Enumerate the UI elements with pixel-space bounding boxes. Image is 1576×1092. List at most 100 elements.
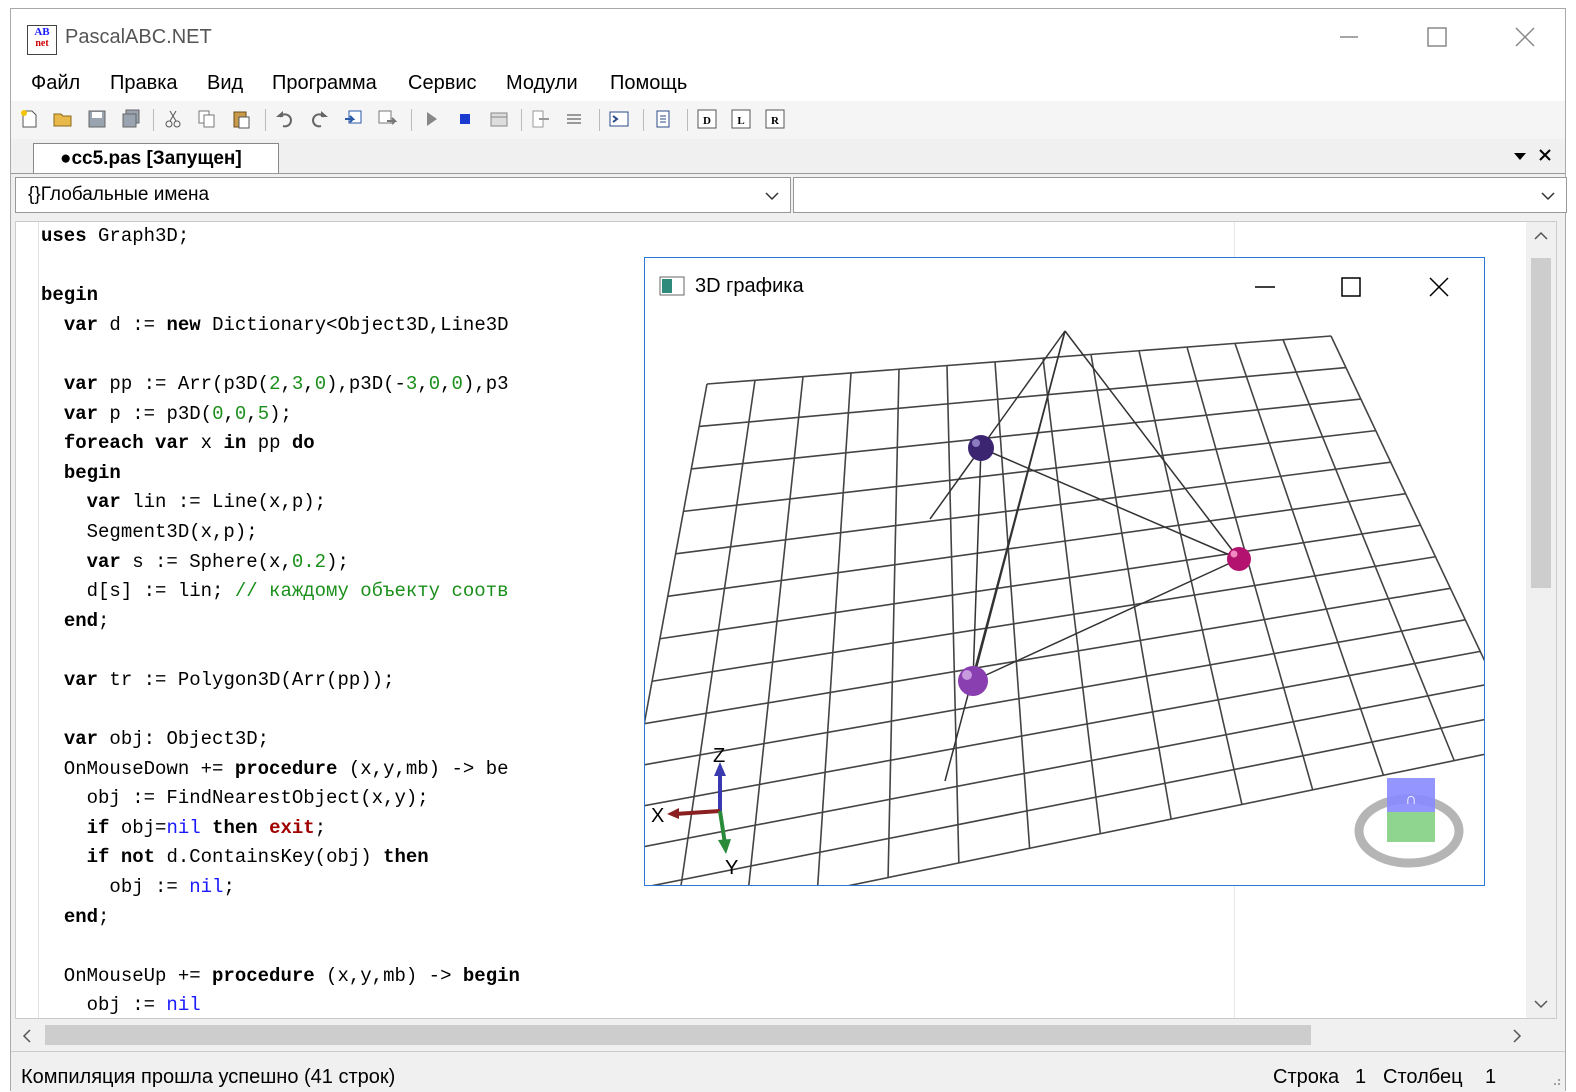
save-icon[interactable] bbox=[87, 109, 107, 129]
new-file-icon[interactable] bbox=[19, 109, 39, 129]
run-icon[interactable] bbox=[421, 109, 441, 129]
format-r-icon[interactable]: R bbox=[765, 109, 785, 129]
code-line[interactable]: begin bbox=[41, 281, 520, 311]
code-line[interactable]: d[s] := lin; // каждому объекту соотв bbox=[41, 577, 520, 607]
grid-line bbox=[1330, 335, 1484, 662]
menu-program[interactable]: Программа bbox=[272, 72, 377, 95]
code-line[interactable]: obj := nil; bbox=[41, 873, 520, 903]
copy-icon[interactable] bbox=[197, 109, 217, 129]
scroll-up-icon[interactable] bbox=[1533, 230, 1549, 242]
grid-line bbox=[1090, 354, 1172, 820]
code-text[interactable]: uses Graph3D; begin var d := new Diction… bbox=[41, 222, 520, 1018]
format-d-icon[interactable]: D bbox=[697, 109, 717, 129]
code-line[interactable]: if not d.ContainsKey(obj) then bbox=[41, 843, 520, 873]
grid-line bbox=[1186, 346, 1314, 791]
maximize-button[interactable] bbox=[1331, 270, 1371, 304]
code-line[interactable] bbox=[41, 696, 520, 726]
menu-help[interactable]: Помощь bbox=[610, 72, 687, 95]
vertical-scroll-thumb[interactable] bbox=[1531, 258, 1551, 588]
graphics-3d-window[interactable]: 3D графика Z X Y ∩ bbox=[644, 257, 1485, 886]
replace-icon[interactable] bbox=[377, 109, 397, 129]
sphere-magenta[interactable] bbox=[1227, 547, 1251, 571]
code-line[interactable] bbox=[41, 636, 520, 666]
vertical-scrollbar[interactable] bbox=[1526, 222, 1556, 1018]
close-button[interactable] bbox=[1419, 270, 1459, 304]
tab-label: ●cc5.pas [Запущен] bbox=[60, 148, 242, 169]
code-line[interactable]: end; bbox=[41, 607, 520, 637]
scope-select[interactable]: {}Глобальные имена bbox=[15, 177, 791, 213]
grid-line bbox=[651, 555, 1436, 683]
paste-icon[interactable] bbox=[231, 109, 251, 129]
scroll-down-icon[interactable] bbox=[1533, 998, 1549, 1010]
find-icon[interactable] bbox=[343, 109, 363, 129]
svg-text:R: R bbox=[771, 115, 780, 127]
toolbar-separator bbox=[411, 109, 412, 131]
view-cube[interactable]: ∩ bbox=[1354, 778, 1464, 868]
code-line[interactable]: begin bbox=[41, 459, 520, 489]
scroll-right-icon[interactable] bbox=[1511, 1028, 1523, 1044]
scroll-left-icon[interactable] bbox=[21, 1028, 33, 1044]
code-line[interactable] bbox=[41, 252, 520, 282]
code-line[interactable]: var d := new Dictionary<Object3D,Line3D bbox=[41, 311, 520, 341]
horizontal-scroll-thumb[interactable] bbox=[45, 1025, 1311, 1045]
tab-dropdown-icon[interactable] bbox=[1513, 151, 1527, 161]
code-line[interactable]: uses Graph3D; bbox=[41, 222, 520, 252]
code-line[interactable]: if obj=nil then exit; bbox=[41, 814, 520, 844]
svg-text:D: D bbox=[703, 115, 711, 127]
grid-line bbox=[667, 492, 1406, 598]
code-line[interactable]: var obj: Object3D; bbox=[41, 725, 520, 755]
console-icon[interactable] bbox=[609, 109, 629, 129]
code-line[interactable]: var lin := Line(x,p); bbox=[41, 488, 520, 518]
code-line[interactable]: OnMouseUp += procedure (x,y,mb) -> begin bbox=[41, 962, 520, 992]
grid-line bbox=[651, 718, 1484, 885]
code-line[interactable]: var s := Sphere(x,0.2); bbox=[41, 548, 520, 578]
stop-icon[interactable] bbox=[455, 109, 475, 129]
menu-modules[interactable]: Модули bbox=[506, 72, 578, 95]
document-icon[interactable] bbox=[653, 109, 673, 129]
compile-icon[interactable] bbox=[489, 109, 509, 129]
cut-icon[interactable] bbox=[163, 109, 183, 129]
toolbar-separator bbox=[599, 109, 600, 131]
horizontal-scrollbar[interactable] bbox=[15, 1019, 1527, 1051]
menu-file[interactable]: Файл bbox=[31, 72, 80, 95]
sphere-purple[interactable] bbox=[958, 666, 988, 696]
code-line[interactable]: obj := nil bbox=[41, 991, 520, 1018]
menu-edit[interactable]: Правка bbox=[110, 72, 178, 95]
menu-service[interactable]: Сервис bbox=[408, 72, 477, 95]
format-l-icon[interactable]: L bbox=[731, 109, 751, 129]
menu-view[interactable]: Вид bbox=[207, 72, 243, 95]
editor-gutter bbox=[38, 222, 39, 1018]
minimize-button[interactable] bbox=[1245, 270, 1285, 304]
code-line[interactable]: var pp := Arr(p3D(2,3,0),p3D(-3,0,0),p3 bbox=[41, 370, 520, 400]
minimize-button[interactable] bbox=[1325, 19, 1371, 55]
title-bar[interactable]: AB net PascalABC.NET bbox=[11, 9, 1565, 65]
code-line[interactable]: end; bbox=[41, 903, 520, 933]
open-folder-icon[interactable] bbox=[53, 109, 73, 129]
member-select[interactable] bbox=[793, 177, 1567, 213]
svg-text:L: L bbox=[737, 115, 744, 127]
step-into-icon[interactable] bbox=[531, 109, 551, 129]
code-line[interactable]: obj := FindNearestObject(x,y); bbox=[41, 784, 520, 814]
code-line[interactable]: var p := p3D(0,0,5); bbox=[41, 400, 520, 430]
code-line[interactable] bbox=[41, 932, 520, 962]
close-button[interactable] bbox=[1501, 19, 1547, 55]
sphere-dark[interactable] bbox=[968, 435, 994, 461]
redo-icon[interactable] bbox=[309, 109, 329, 129]
grid-line bbox=[645, 619, 1466, 766]
save-all-icon[interactable] bbox=[121, 109, 141, 129]
undo-icon[interactable] bbox=[275, 109, 295, 129]
tab-cc5[interactable]: ●cc5.pas [Запущен] bbox=[33, 143, 279, 173]
toolbar-separator bbox=[265, 109, 266, 131]
code-line[interactable]: foreach var x in pp do bbox=[41, 429, 520, 459]
3d-viewport[interactable]: Z X Y ∩ bbox=[645, 316, 1484, 885]
code-line[interactable]: Segment3D(x,p); bbox=[41, 518, 520, 548]
maximize-button[interactable] bbox=[1413, 19, 1459, 55]
tab-close-icon[interactable] bbox=[1537, 147, 1553, 163]
code-line[interactable]: var tr := Polygon3D(Arr(pp)); bbox=[41, 666, 520, 696]
grid-line bbox=[675, 461, 1391, 555]
code-line[interactable]: OnMouseDown += procedure (x,y,mb) -> be bbox=[41, 755, 520, 785]
resize-grip-icon[interactable] bbox=[1549, 1074, 1561, 1086]
grid-line bbox=[683, 429, 1376, 513]
step-over-icon[interactable] bbox=[565, 109, 585, 129]
code-line[interactable] bbox=[41, 340, 520, 370]
